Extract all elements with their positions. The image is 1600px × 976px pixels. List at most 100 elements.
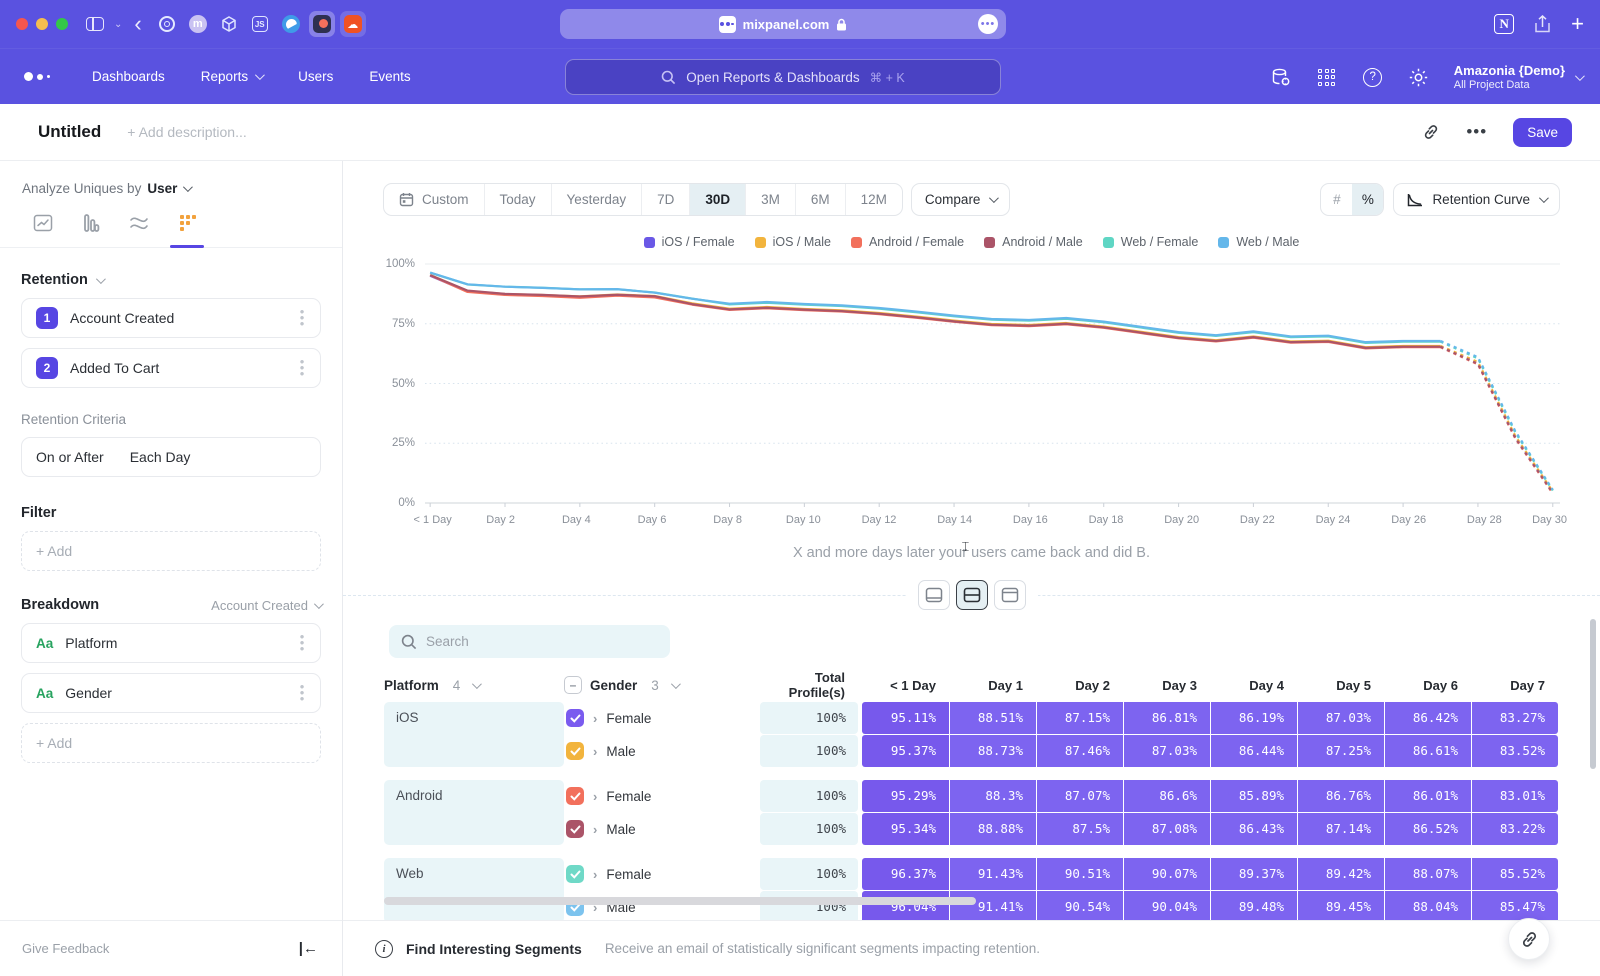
retention-cell[interactable]: 86.6% bbox=[1124, 780, 1210, 812]
retention-cell[interactable]: 83.27% bbox=[1472, 702, 1558, 734]
retention-cell[interactable]: 88.3% bbox=[950, 780, 1036, 812]
series-line[interactable] bbox=[430, 273, 1440, 343]
retention-cell[interactable]: 96.04% bbox=[862, 891, 949, 923]
globe-icon[interactable] bbox=[278, 11, 304, 37]
retention-cell[interactable]: 87.46% bbox=[1037, 735, 1123, 767]
platform-cell[interactable]: iOS bbox=[384, 702, 564, 767]
range-today[interactable]: Today bbox=[484, 184, 551, 215]
series-checkbox[interactable] bbox=[566, 865, 584, 883]
retention-cell[interactable]: 86.52% bbox=[1385, 813, 1471, 845]
retention-cell[interactable]: 86.81% bbox=[1124, 702, 1210, 734]
series-line[interactable] bbox=[1441, 341, 1553, 490]
column-header[interactable]: Day 1 bbox=[949, 678, 1036, 693]
add-description[interactable]: + Add description... bbox=[127, 124, 246, 140]
gender-cell[interactable]: › Male bbox=[564, 742, 760, 760]
new-tab-icon[interactable]: + bbox=[1571, 11, 1584, 37]
column-header[interactable]: Total Profile(s) bbox=[760, 670, 858, 700]
retention-cell[interactable]: 87.15% bbox=[1037, 702, 1123, 734]
column-header[interactable]: Day 2 bbox=[1036, 678, 1123, 693]
retention-step-2[interactable]: 2 Added To Cart ••• bbox=[21, 348, 321, 388]
maximize-window-button[interactable] bbox=[56, 18, 68, 30]
chevron-right-icon[interactable]: › bbox=[593, 822, 597, 837]
vertical-scrollbar[interactable] bbox=[1590, 619, 1596, 769]
help-icon[interactable]: ? bbox=[1362, 66, 1384, 88]
series-line[interactable] bbox=[430, 273, 1440, 343]
nav-events[interactable]: Events bbox=[369, 69, 410, 84]
retention-cell[interactable]: 90.04% bbox=[1124, 891, 1210, 923]
chevron-right-icon[interactable]: › bbox=[593, 867, 597, 882]
series-line[interactable] bbox=[1441, 347, 1553, 493]
column-header[interactable]: < 1 Day bbox=[862, 678, 949, 693]
data-management-icon[interactable] bbox=[1270, 66, 1292, 88]
tab-insights[interactable] bbox=[30, 212, 56, 247]
unit-percent-button[interactable]: % bbox=[1352, 184, 1383, 215]
chevron-right-icon[interactable]: › bbox=[593, 711, 597, 726]
red-dot-app-icon[interactable] bbox=[309, 11, 335, 37]
series-line[interactable] bbox=[1441, 342, 1553, 491]
tab-funnels[interactable] bbox=[78, 212, 104, 247]
chevron-right-icon[interactable]: › bbox=[593, 789, 597, 804]
retention-cell[interactable]: 86.43% bbox=[1211, 813, 1297, 845]
gender-cell[interactable]: › Female bbox=[564, 865, 760, 883]
apps-grid-icon[interactable] bbox=[1316, 66, 1338, 88]
nav-users[interactable]: Users bbox=[298, 69, 333, 84]
filter-add-button[interactable]: + Add bbox=[21, 531, 321, 571]
column-header[interactable]: Day 6 bbox=[1384, 678, 1471, 693]
retention-cell[interactable]: 87.03% bbox=[1124, 735, 1210, 767]
breakdown-gender[interactable]: Aa Gender ••• bbox=[21, 673, 321, 713]
range-6m[interactable]: 6M bbox=[795, 184, 845, 215]
retention-cell[interactable]: 90.07% bbox=[1124, 858, 1210, 890]
close-window-button[interactable] bbox=[16, 18, 28, 30]
url-options-icon[interactable]: ••• bbox=[978, 14, 998, 34]
collapse-sidebar-icon[interactable]: |← bbox=[299, 940, 318, 957]
series-line[interactable] bbox=[1441, 346, 1553, 492]
split-view-button[interactable] bbox=[956, 580, 988, 610]
series-line[interactable] bbox=[1441, 346, 1553, 492]
chevron-down-icon[interactable]: ⌄ bbox=[114, 19, 122, 30]
series-checkbox[interactable] bbox=[566, 742, 584, 760]
retention-cell[interactable]: 87.07% bbox=[1037, 780, 1123, 812]
retention-cell[interactable]: 86.44% bbox=[1211, 735, 1297, 767]
nav-reports[interactable]: Reports bbox=[201, 69, 262, 84]
series-checkbox[interactable] bbox=[566, 709, 584, 727]
retention-cell[interactable]: 95.34% bbox=[862, 813, 949, 845]
legend-item[interactable]: Web / Female bbox=[1103, 235, 1199, 249]
report-title[interactable]: Untitled bbox=[38, 122, 101, 142]
retention-cell[interactable]: 85.47% bbox=[1472, 891, 1558, 923]
cube-icon[interactable] bbox=[216, 11, 242, 37]
kebab-menu-icon[interactable]: ••• bbox=[296, 684, 308, 702]
retention-cell[interactable]: 85.52% bbox=[1472, 858, 1558, 890]
save-button[interactable]: Save bbox=[1513, 118, 1572, 147]
retention-cell[interactable]: 91.41% bbox=[950, 891, 1036, 923]
settings-gear-icon[interactable] bbox=[1408, 66, 1430, 88]
table-only-view-button[interactable] bbox=[994, 580, 1026, 610]
table-search-input[interactable]: Search bbox=[389, 625, 670, 658]
retention-cell[interactable]: 89.42% bbox=[1298, 858, 1384, 890]
retention-cell[interactable]: 88.04% bbox=[1385, 891, 1471, 923]
column-header[interactable]: Day 3 bbox=[1123, 678, 1210, 693]
retention-cell[interactable]: 89.45% bbox=[1298, 891, 1384, 923]
soundcloud-icon[interactable]: ☁ bbox=[340, 11, 366, 37]
account-switcher[interactable]: Amazonia {Demo} All Project Data bbox=[1454, 63, 1582, 91]
retention-cell[interactable]: 95.29% bbox=[862, 780, 949, 812]
range-custom[interactable]: Custom bbox=[384, 184, 484, 215]
legend-item[interactable]: Android / Male bbox=[984, 235, 1083, 249]
retention-cell[interactable]: 86.76% bbox=[1298, 780, 1384, 812]
retention-section-header[interactable]: Retention bbox=[21, 272, 321, 288]
series-line[interactable] bbox=[1441, 347, 1553, 493]
retention-cell[interactable]: 88.88% bbox=[950, 813, 1036, 845]
retention-cell[interactable]: 83.01% bbox=[1472, 780, 1558, 812]
retention-cell[interactable]: 89.48% bbox=[1211, 891, 1297, 923]
column-header[interactable]: Day 4 bbox=[1210, 678, 1297, 693]
legend-item[interactable]: iOS / Male bbox=[755, 235, 831, 249]
m-avatar-icon[interactable]: m bbox=[185, 11, 211, 37]
mixpanel-logo[interactable] bbox=[24, 72, 50, 81]
copy-link-icon[interactable] bbox=[1422, 123, 1440, 141]
find-segments-title[interactable]: Find Interesting Segments bbox=[406, 941, 582, 957]
target-icon[interactable] bbox=[154, 11, 180, 37]
gender-cell[interactable]: › Female bbox=[564, 787, 760, 805]
platform-cell[interactable]: Android bbox=[384, 780, 564, 845]
column-header[interactable]: Day 7 bbox=[1471, 678, 1558, 693]
global-search-input[interactable]: Open Reports & Dashboards ⌘ + K bbox=[565, 59, 1001, 95]
legend-item[interactable]: iOS / Female bbox=[644, 235, 735, 249]
